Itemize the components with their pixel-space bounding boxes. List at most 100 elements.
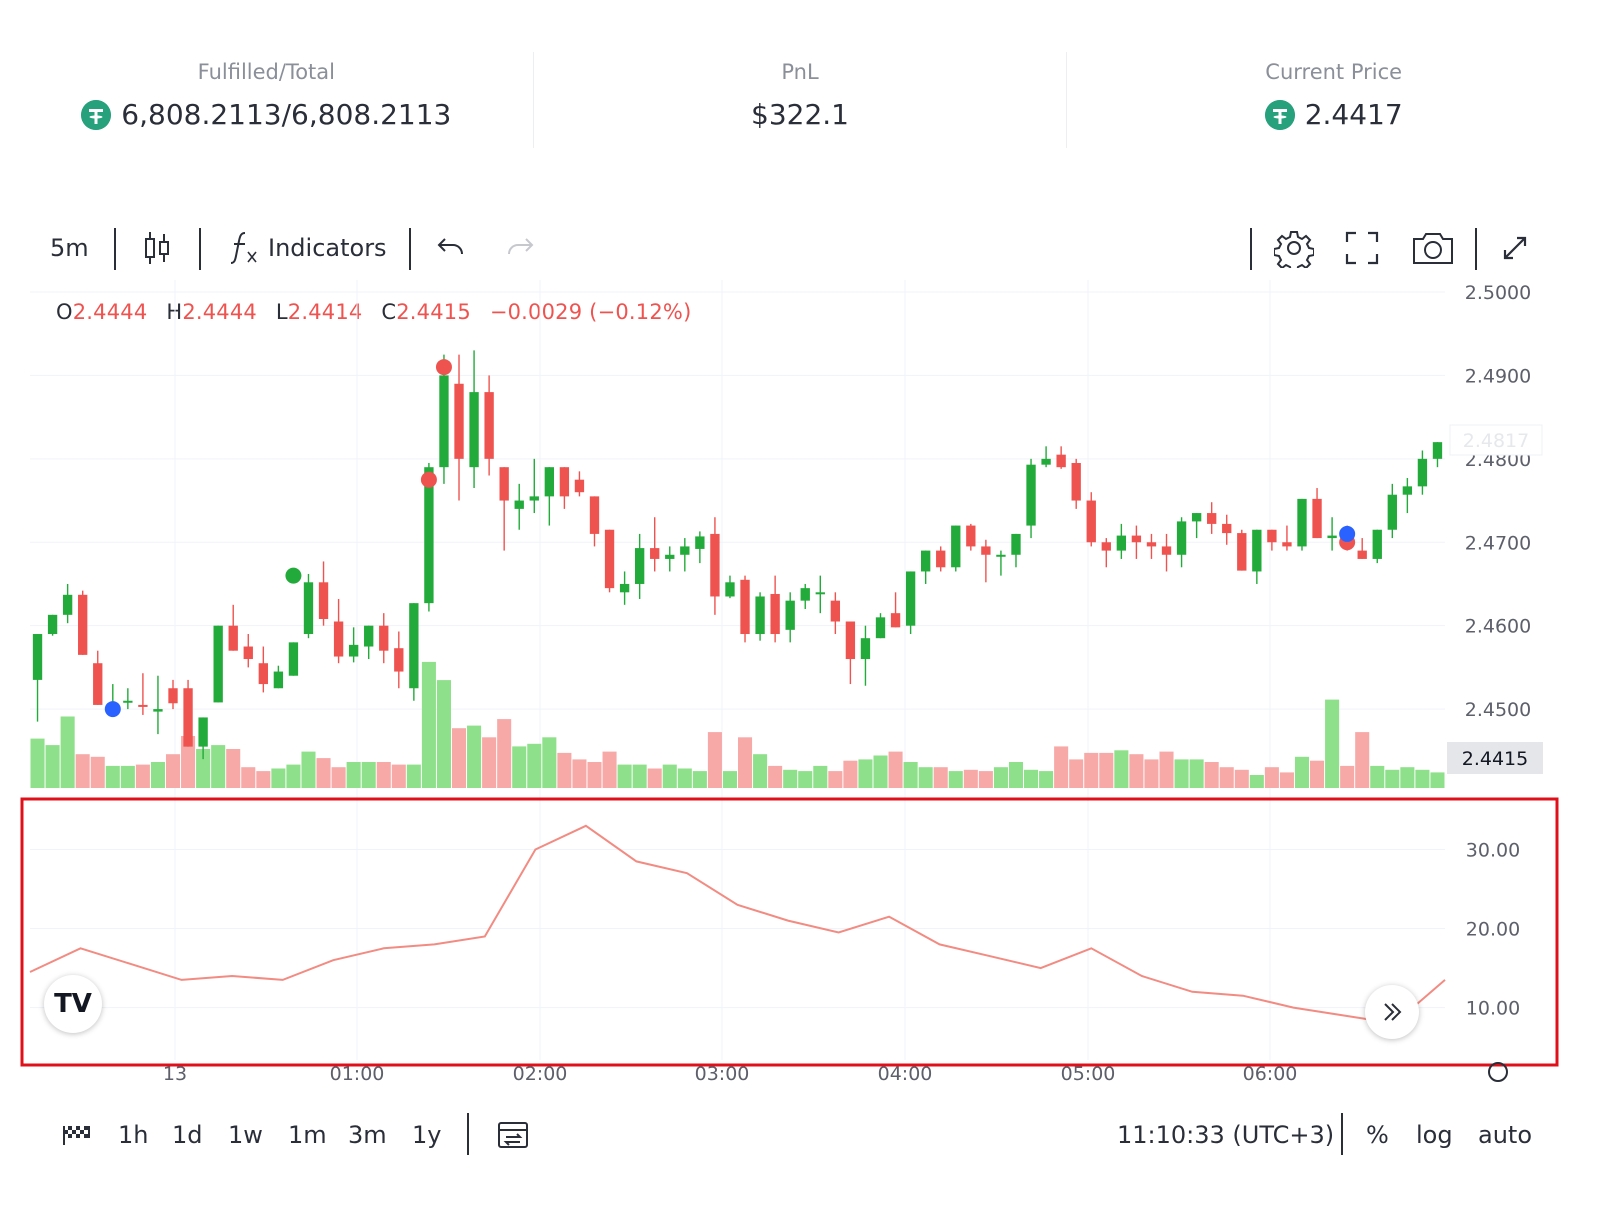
volume-bar xyxy=(722,771,737,788)
volume-bar xyxy=(241,767,256,788)
candle-body xyxy=(439,375,449,468)
candle-body xyxy=(785,600,795,630)
date-range-button[interactable] xyxy=(496,1105,530,1165)
trade-marker xyxy=(435,359,452,376)
volume-bar xyxy=(286,764,301,788)
candle-body xyxy=(288,642,299,676)
candle-body xyxy=(1237,533,1247,571)
volume-bar xyxy=(1054,746,1069,788)
candle-body xyxy=(905,571,916,626)
candle-body xyxy=(845,621,856,660)
price-chart[interactable]: 2.50002.49002.48002.47002.46002.45002.48… xyxy=(0,0,1600,1209)
volume-bar xyxy=(1355,732,1370,788)
candle-body xyxy=(1071,463,1081,501)
auto-scale-toggle[interactable]: auto xyxy=(1478,1105,1532,1165)
candle-body xyxy=(740,579,750,635)
double-chevron-right-icon xyxy=(1384,1003,1402,1021)
candle-body xyxy=(1176,521,1187,555)
time-axis-label: 13 xyxy=(163,1063,187,1085)
clock-display[interactable]: 11:10:33 (UTC+3) xyxy=(1117,1105,1334,1165)
price-axis-label: 2.4600 xyxy=(1465,616,1531,638)
candle-body xyxy=(32,634,43,680)
range-1h[interactable]: 1h xyxy=(118,1105,148,1165)
volume-bar xyxy=(587,762,602,788)
volume-bar xyxy=(436,680,451,788)
candle-body xyxy=(890,613,901,628)
volume-bar xyxy=(617,764,632,788)
candle-body xyxy=(966,525,976,547)
candle-body xyxy=(123,700,133,703)
candle-body xyxy=(333,621,344,657)
go-to-date-button[interactable] xyxy=(62,1105,92,1165)
volume-bar xyxy=(30,738,45,788)
candle-body xyxy=(243,646,253,660)
candle-body xyxy=(695,536,705,549)
checkered-flag-icon xyxy=(63,1126,90,1145)
volume-bar xyxy=(1039,771,1054,788)
price-axis-label: 2.4500 xyxy=(1465,699,1531,721)
volume-bar xyxy=(1310,760,1325,788)
candle-body xyxy=(1267,529,1277,543)
candle-body xyxy=(1207,513,1217,524)
candle-body xyxy=(800,588,810,601)
volume-bar xyxy=(105,765,120,788)
percent-scale-toggle[interactable]: % xyxy=(1366,1105,1389,1165)
volume-bar xyxy=(256,771,271,788)
volume-bar xyxy=(1219,767,1234,788)
candle-body xyxy=(198,717,208,747)
range-3m[interactable]: 3m xyxy=(348,1105,387,1165)
candle-body xyxy=(725,582,735,597)
volume-bar xyxy=(692,771,707,788)
volume-bar xyxy=(271,768,286,788)
volume-bar xyxy=(768,765,783,788)
volume-bar xyxy=(482,737,497,788)
volume-bar xyxy=(542,737,557,788)
volume-bar xyxy=(557,752,572,788)
volume-bar xyxy=(888,751,903,788)
volume-bar xyxy=(421,661,436,788)
range-1y[interactable]: 1y xyxy=(412,1105,441,1165)
volume-bar xyxy=(226,749,241,788)
tradingview-logo[interactable]: TV xyxy=(44,975,102,1033)
candle-body xyxy=(875,617,886,639)
volume-bar xyxy=(753,754,768,788)
candle-body xyxy=(860,638,871,660)
candle-body xyxy=(168,688,178,704)
bottom-toolbar: 1h 1d 1w 1m 3m 1y 11:10:33 (UTC+3) % log… xyxy=(0,1105,1600,1165)
candle-body xyxy=(544,467,555,497)
candle-body xyxy=(1297,498,1307,547)
candle-body xyxy=(1402,486,1413,495)
candle-body xyxy=(770,593,780,635)
volume-bar xyxy=(376,762,391,788)
scroll-to-realtime-button[interactable] xyxy=(1365,985,1419,1039)
volume-bar xyxy=(467,725,482,788)
range-1m[interactable]: 1m xyxy=(288,1105,327,1165)
candle-body xyxy=(273,671,284,689)
log-scale-toggle[interactable]: log xyxy=(1416,1105,1453,1165)
candle-body xyxy=(1191,513,1202,522)
volume-bar xyxy=(1159,751,1174,788)
volume-bar xyxy=(1174,759,1189,788)
time-axis-label: 02:00 xyxy=(513,1063,568,1085)
time-axis-label: 04:00 xyxy=(878,1063,933,1085)
volume-bar xyxy=(1340,765,1355,788)
volume-bar xyxy=(1400,767,1415,788)
volume-bar xyxy=(738,737,753,788)
range-1w[interactable]: 1w xyxy=(228,1105,263,1165)
candle-body xyxy=(93,663,103,705)
volume-bar xyxy=(331,767,346,788)
candle-body xyxy=(394,648,404,672)
volume-bar xyxy=(165,754,181,788)
volume-bar xyxy=(301,751,316,788)
candle-body xyxy=(1056,454,1066,468)
candle-body xyxy=(469,392,479,468)
candle-body xyxy=(920,550,931,572)
candle-body xyxy=(1041,458,1051,465)
volume-bar xyxy=(993,767,1008,788)
candle-body xyxy=(634,548,645,584)
range-1d[interactable]: 1d xyxy=(172,1105,203,1165)
volume-bar xyxy=(813,765,828,788)
volume-bar xyxy=(873,755,888,788)
volume-bar xyxy=(783,769,798,788)
candle-body xyxy=(650,548,660,559)
